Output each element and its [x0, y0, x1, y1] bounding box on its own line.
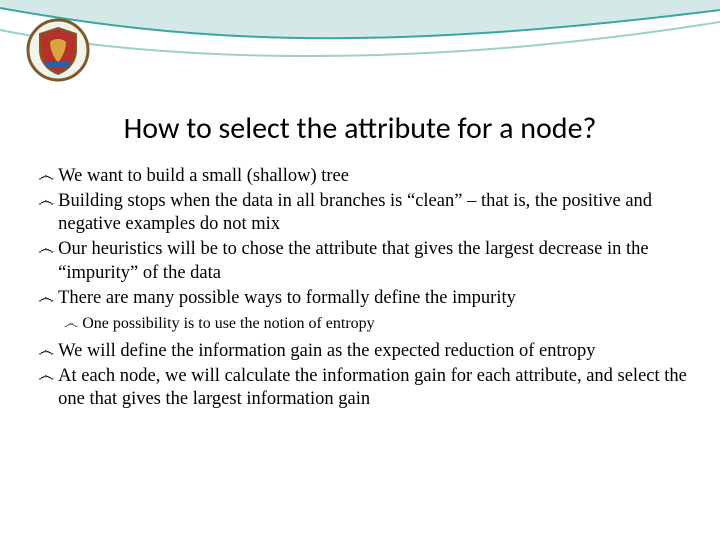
slide-title: How to select the attribute for a node? [0, 110, 720, 147]
bullet-item: ෴ We will define the information gain as… [38, 340, 690, 363]
bullet-glyph-icon: ෴ [38, 365, 54, 388]
bullet-glyph-icon: ෴ [38, 287, 54, 310]
bullet-text: Our heuristics will be to chose the attr… [58, 238, 690, 284]
bullet-item: ෴ Building stops when the data in all br… [38, 190, 690, 236]
bullet-glyph-icon: ෴ [38, 190, 54, 213]
bullet-item: ෴ At each node, we will calculate the in… [38, 365, 690, 411]
university-crest-logo [26, 18, 90, 82]
sub-bullet-item: ෴ One possibility is to use the notion o… [64, 314, 690, 334]
bullet-text: There are many possible ways to formally… [58, 287, 690, 310]
bullet-item: ෴ Our heuristics will be to chose the at… [38, 238, 690, 284]
decorative-swoosh [0, 0, 720, 90]
bullet-glyph-icon: ෴ [64, 314, 78, 334]
bullet-item: ෴ There are many possible ways to formal… [38, 287, 690, 310]
bullet-glyph-icon: ෴ [38, 238, 54, 261]
slide-body: ෴ We want to build a small (shallow) tre… [38, 165, 690, 413]
bullet-item: ෴ We want to build a small (shallow) tre… [38, 165, 690, 188]
bullet-text: We want to build a small (shallow) tree [58, 165, 690, 188]
bullet-glyph-icon: ෴ [38, 340, 54, 363]
bullet-text: At each node, we will calculate the info… [58, 365, 690, 411]
bullet-text: We will define the information gain as t… [58, 340, 690, 363]
bullet-glyph-icon: ෴ [38, 165, 54, 188]
bullet-text: Building stops when the data in all bran… [58, 190, 690, 236]
bullet-text: One possibility is to use the notion of … [82, 314, 690, 334]
